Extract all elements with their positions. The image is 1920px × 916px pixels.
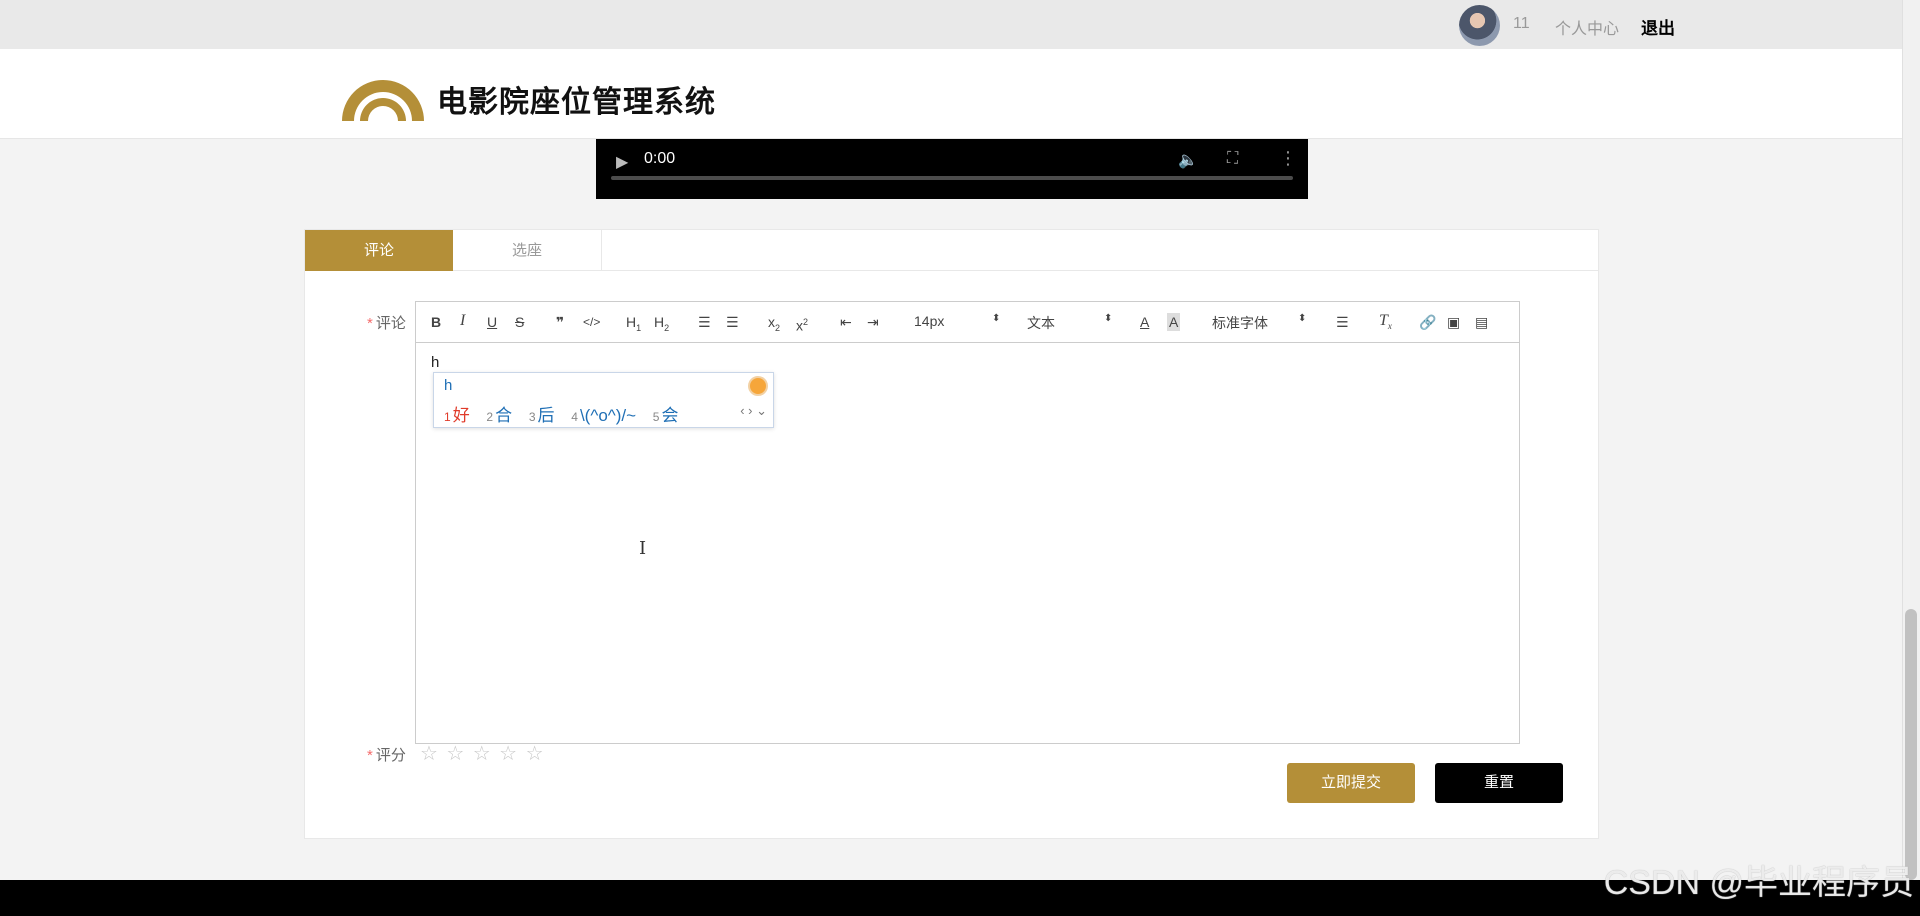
image-button[interactable]: ▣ (1447, 313, 1460, 331)
video-player[interactable]: ▶ 0:00 🔈 ⛶ ⋮ (596, 139, 1308, 199)
more-options-icon[interactable]: ⋮ (1279, 148, 1297, 169)
ime-candidate[interactable]: 4 \(^o^)/~ (571, 406, 636, 425)
align-button[interactable]: ☰ (1336, 313, 1349, 331)
play-icon[interactable]: ▶ (616, 152, 628, 172)
star-icon[interactable]: ☆ (526, 741, 544, 766)
fullscreen-icon[interactable]: ⛶ (1227, 150, 1238, 168)
tab-comment[interactable]: 评论 (305, 230, 453, 271)
rating-stars[interactable]: ☆ ☆ ☆ ☆ ☆ (420, 741, 548, 766)
select-arrow-icon: ⬍ (992, 313, 1001, 324)
outdent-button[interactable]: ⇤ (840, 313, 852, 331)
star-icon[interactable]: ☆ (420, 741, 438, 766)
logout-link[interactable]: 退出 (1641, 14, 1675, 39)
profile-link[interactable]: 个人中心 (1555, 15, 1619, 39)
text-cursor-icon: I (639, 538, 647, 559)
video-time: 0:00 (644, 150, 676, 167)
submit-button[interactable]: 立即提交 (1287, 763, 1415, 803)
video-progress-bar[interactable] (611, 176, 1293, 180)
ime-page-nav-icon[interactable]: ‹ › ⌄ (740, 403, 767, 419)
ime-input: h (444, 377, 453, 394)
blockquote-button[interactable]: ❞ (556, 313, 564, 331)
rating-label: * 评分 (367, 747, 406, 764)
ime-candidate[interactable]: 2合 (486, 406, 512, 425)
header2-button[interactable]: H2 (654, 313, 669, 337)
ime-candidate[interactable]: 3后 (529, 406, 555, 425)
reset-button[interactable]: 重置 (1435, 763, 1563, 803)
editor-toolbar: B I U S ❞ </> H1 H2 ☰ ☰ x2 x2 ⇤ ⇥ 14px ⬍… (416, 302, 1519, 343)
site-header: 电影院座位管理系统 (0, 49, 1902, 139)
tab-bar: 评论 选座 (305, 230, 1598, 271)
avatar[interactable] (1459, 5, 1500, 46)
volume-icon[interactable]: 🔈 (1178, 150, 1198, 170)
ime-candidate[interactable]: 5会 (653, 406, 679, 425)
rich-text-editor[interactable]: B I U S ❞ </> H1 H2 ☰ ☰ x2 x2 ⇤ ⇥ 14px ⬍… (415, 301, 1520, 744)
bullet-list-button[interactable]: ☰ (726, 313, 739, 331)
ime-candidates: 1好 2合 3后 4 \(^o^)/~ 5会 (444, 401, 690, 426)
scrollbar-thumb[interactable] (1905, 609, 1917, 880)
editor-text: h (431, 354, 440, 371)
font-color-button[interactable]: A (1140, 313, 1149, 331)
logo-icon (342, 80, 424, 121)
subscript-button[interactable]: x2 (768, 313, 780, 337)
font-family-select[interactable]: 标准字体 ⬍ (1212, 313, 1307, 333)
indent-button[interactable]: ⇥ (867, 313, 879, 331)
star-icon[interactable]: ☆ (446, 741, 464, 766)
ime-candidate-popup[interactable]: h 1好 2合 3后 4 \(^o^)/~ 5会 ‹ › ⌄ (433, 372, 774, 428)
link-button[interactable]: 🔗 (1419, 313, 1436, 331)
header-select[interactable]: 文本 ⬍ (1027, 313, 1115, 333)
code-block-button[interactable]: </> (583, 313, 600, 331)
ime-logo-icon (748, 376, 768, 396)
watermark: CSDN @毕业程序员 (1603, 864, 1914, 902)
select-arrow-icon: ⬍ (1298, 313, 1307, 324)
background-color-button[interactable]: A (1167, 313, 1181, 331)
site-title: 电影院座位管理系统 (437, 86, 716, 119)
username: 11 (1513, 15, 1530, 32)
strike-button[interactable]: S (515, 313, 524, 331)
select-arrow-icon: ⬍ (1104, 313, 1113, 324)
font-size-select[interactable]: 14px ⬍ (914, 313, 1002, 329)
top-bar: 11 个人中心 退出 (0, 0, 1902, 49)
underline-button[interactable]: U (487, 313, 497, 331)
italic-button[interactable]: I (460, 312, 465, 330)
editor-content[interactable]: h h 1好 2合 3后 4 \(^o^)/~ 5会 ‹ › ⌄ I (416, 343, 1519, 743)
tab-select-seat[interactable]: 选座 (453, 230, 602, 271)
ordered-list-button[interactable]: ☰ (698, 313, 711, 331)
star-icon[interactable]: ☆ (473, 741, 491, 766)
ime-candidate[interactable]: 1好 (444, 406, 470, 425)
bold-button[interactable]: B (431, 313, 441, 331)
superscript-button[interactable]: x2 (796, 313, 808, 335)
video-button[interactable]: ▤ (1475, 313, 1488, 331)
header1-button[interactable]: H1 (626, 313, 641, 337)
star-icon[interactable]: ☆ (499, 741, 517, 766)
comment-label: * 评论 (367, 315, 406, 332)
comment-panel: 评论 选座 * 评论 B I U S ❞ </> H1 H2 ☰ ☰ x2 x2 … (304, 229, 1599, 839)
clean-format-button[interactable]: Tx (1379, 312, 1392, 335)
